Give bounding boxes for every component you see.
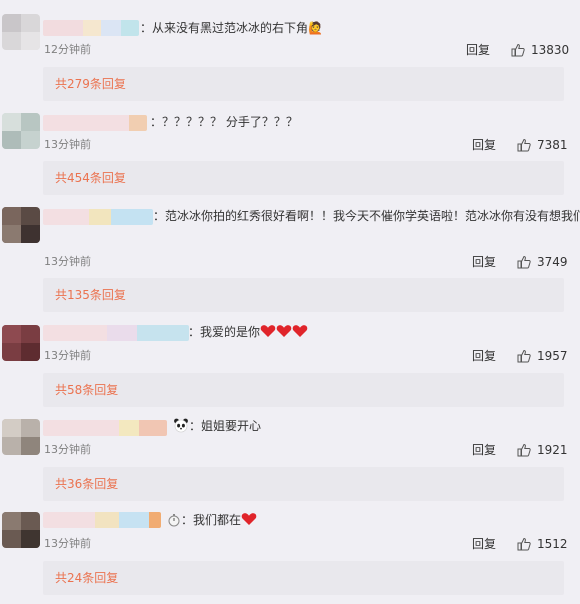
reply-button[interactable]: 回复 <box>466 42 490 58</box>
comment-time: 12分钟前 <box>44 43 91 56</box>
like-button[interactable]: 1957 <box>517 348 568 364</box>
comment-time: 13分钟前 <box>44 537 91 550</box>
stopwatch-icon <box>168 514 180 527</box>
avatar[interactable] <box>2 113 40 149</box>
comment-text: ：姐姐要开心 <box>172 415 261 438</box>
comment-text-content: ：我爱的是你 <box>188 325 261 339</box>
comment-text: ：我们都在 <box>166 509 257 532</box>
more-replies-link[interactable]: 共58条回复 <box>55 382 118 398</box>
username-blurred[interactable] <box>43 20 139 36</box>
comment-time: 13分钟前 <box>44 255 91 268</box>
username-blurred[interactable] <box>43 420 167 436</box>
comment-text: ：我爱的是你 <box>188 321 308 344</box>
thumbs-up-icon <box>517 255 531 269</box>
red-heart-icon <box>276 325 292 337</box>
comment-time: 13分钟前 <box>44 349 91 362</box>
like-button[interactable]: 1512 <box>517 536 568 552</box>
like-count: 13830 <box>531 43 570 57</box>
reply-button[interactable]: 回复 <box>472 254 496 270</box>
thumbs-up-icon <box>517 138 531 152</box>
thumbs-up-icon <box>517 537 531 551</box>
red-heart-icon <box>292 325 308 337</box>
more-replies-block: 共279条回复 <box>43 67 564 101</box>
comment-text-content: ：？？？？？ 分手了？？？ <box>150 115 298 129</box>
username-blurred[interactable] <box>43 209 153 225</box>
username-blurred[interactable] <box>43 115 147 131</box>
more-replies-link[interactable]: 共279条回复 <box>55 76 126 92</box>
more-replies-link[interactable]: 共454条回复 <box>55 170 126 186</box>
thumbs-up-icon <box>517 349 531 363</box>
thumbs-up-icon <box>511 43 525 57</box>
more-replies-link[interactable]: 共24条回复 <box>55 570 118 586</box>
like-count: 1921 <box>537 443 568 457</box>
avatar[interactable] <box>2 14 40 50</box>
comment-text: ：从来没有黑过范冰冰的右下角🙋 <box>140 17 323 40</box>
like-button[interactable]: 13830 <box>511 42 569 58</box>
like-count: 1512 <box>537 537 568 551</box>
reply-button[interactable]: 回复 <box>472 442 496 458</box>
comment-feed: ：从来没有黑过范冰冰的右下角🙋 12分钟前 回复 13830 共279条回复 ：… <box>0 0 580 604</box>
username-blurred[interactable] <box>43 512 161 528</box>
more-replies-block: 共135条回复 <box>43 278 564 312</box>
more-replies-block: 共24条回复 <box>43 561 564 595</box>
red-heart-icon <box>241 513 257 525</box>
comment-text: ：范冰冰你拍的红秀很好看啊！！我今天不催你学英语啦！范冰冰你有没有想我们呀？ <box>153 205 580 228</box>
like-count: 3749 <box>537 255 568 269</box>
thumbs-up-icon <box>517 443 531 457</box>
avatar[interactable] <box>2 512 40 548</box>
reply-button[interactable]: 回复 <box>472 137 496 153</box>
avatar[interactable] <box>2 207 40 243</box>
more-replies-block: 共454条回复 <box>43 161 564 195</box>
avatar[interactable] <box>2 419 40 455</box>
comment-text-content: ：我们都在 <box>181 513 242 527</box>
more-replies-link[interactable]: 共135条回复 <box>55 287 126 303</box>
more-replies-link[interactable]: 共36条回复 <box>55 476 118 492</box>
comment-text-content: ：从来没有黑过范冰冰的右下角🙋 <box>140 21 323 35</box>
like-button[interactable]: 1921 <box>517 442 568 458</box>
username-blurred[interactable] <box>43 325 189 341</box>
comment-time: 13分钟前 <box>44 443 91 456</box>
panda-icon <box>174 418 188 433</box>
comment-time: 13分钟前 <box>44 138 91 151</box>
comment-text-content: ：范冰冰你拍的红秀很好看啊！！我今天不催你学英语啦！范冰冰你有没有想我们呀？ <box>153 209 580 223</box>
reply-button[interactable]: 回复 <box>472 536 496 552</box>
more-replies-block: 共36条回复 <box>43 467 564 501</box>
like-button[interactable]: 3749 <box>517 254 568 270</box>
comment-text-content: ：姐姐要开心 <box>189 419 262 433</box>
like-button[interactable]: 7381 <box>517 137 568 153</box>
more-replies-block: 共58条回复 <box>43 373 564 407</box>
avatar[interactable] <box>2 325 40 361</box>
reply-button[interactable]: 回复 <box>472 348 496 364</box>
like-count: 7381 <box>537 138 568 152</box>
like-count: 1957 <box>537 349 568 363</box>
comment-text: ：？？？？？ 分手了？？？ <box>150 111 298 134</box>
red-heart-icon <box>260 325 276 337</box>
